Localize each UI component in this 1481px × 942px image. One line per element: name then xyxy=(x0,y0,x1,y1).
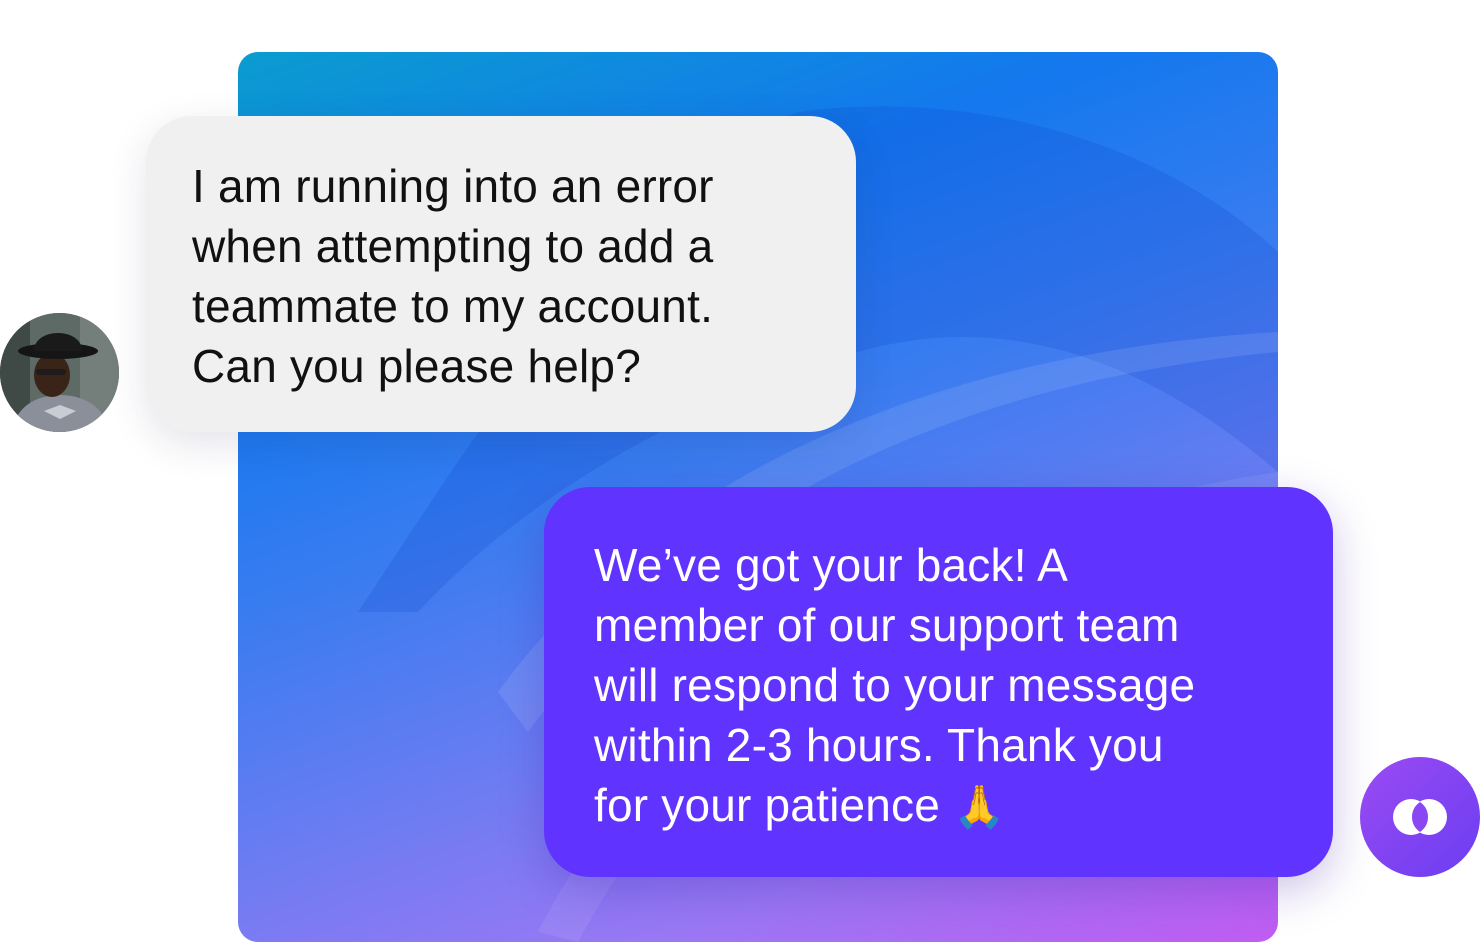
agent-message-line: will respond to your message xyxy=(594,659,1196,711)
agent-brand-logo xyxy=(1360,757,1480,877)
agent-message-line-last: for your patience 🙏 xyxy=(594,775,1333,837)
praying-hands-icon: 🙏 xyxy=(953,782,1006,831)
agent-message-line: member of our support team xyxy=(594,599,1180,651)
customer-message-bubble: I am running into an error when attempti… xyxy=(146,116,856,432)
agent-message-line: We’ve got your back! A xyxy=(594,539,1069,591)
customer-message-line: when attempting to add a xyxy=(192,220,714,272)
agent-message-bubble: We’ve got your back! A member of our sup… xyxy=(544,487,1333,877)
customer-avatar xyxy=(0,313,119,432)
chat-illustration: I am running into an error when attempti… xyxy=(0,0,1481,942)
agent-message-line: within 2-3 hours. Thank you xyxy=(594,719,1164,771)
customer-message-line: I am running into an error xyxy=(192,160,714,212)
customer-message-line: Can you please help? xyxy=(192,340,641,392)
brand-logo-icon xyxy=(1393,799,1447,835)
person-avatar-icon xyxy=(0,313,119,432)
agent-message-line: for your patience xyxy=(594,779,941,831)
customer-message-line: teammate to my account. xyxy=(192,280,714,332)
